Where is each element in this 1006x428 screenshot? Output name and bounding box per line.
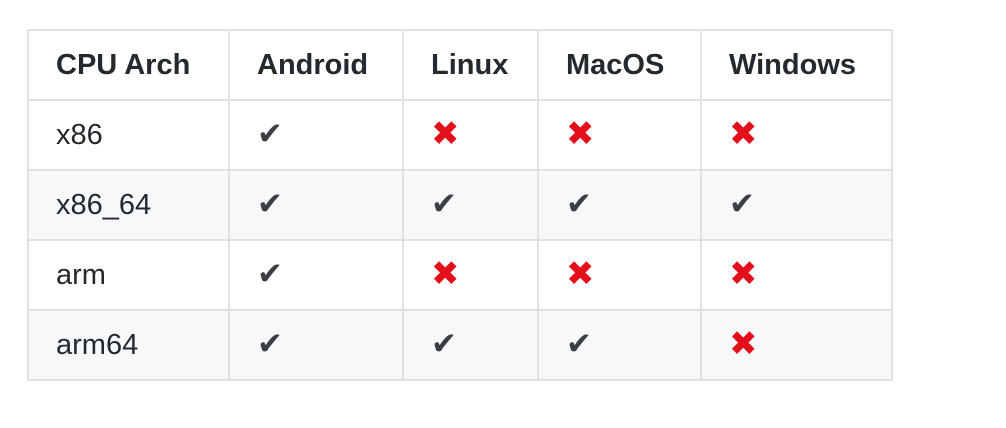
cell-linux: ✖ bbox=[402, 239, 539, 311]
check-icon: ✔ bbox=[257, 115, 283, 152]
cross-icon: ✖ bbox=[729, 114, 758, 154]
header-cpu-arch: CPU Arch bbox=[27, 29, 230, 101]
check-icon: ✔ bbox=[431, 325, 457, 362]
check-icon: ✔ bbox=[257, 325, 283, 362]
check-icon: ✔ bbox=[257, 185, 283, 222]
cell-macos: ✖ bbox=[537, 99, 702, 171]
header-macos: MacOS bbox=[537, 29, 702, 101]
cell-windows: ✖ bbox=[700, 309, 893, 381]
table-body: x86 ✔ ✖ ✖ ✖ x86_64 ✔ ✔ ✔ ✔ arm ✔ ✖ ✖ ✖ arm64 ✔ ✔ ✔ ✖ bbox=[27, 99, 893, 381]
cell-macos: ✖ bbox=[537, 239, 702, 311]
cell-cpu-arch: x86 bbox=[27, 99, 230, 171]
cross-icon: ✖ bbox=[729, 254, 758, 294]
cell-android: ✔ bbox=[228, 99, 404, 171]
cell-android: ✔ bbox=[228, 169, 404, 241]
cross-icon: ✖ bbox=[431, 254, 460, 294]
check-icon: ✔ bbox=[431, 185, 457, 222]
check-icon: ✔ bbox=[257, 255, 283, 292]
cell-linux: ✔ bbox=[402, 309, 539, 381]
compatibility-table-container: CPU Arch Android Linux MacOS Windows x86… bbox=[27, 29, 893, 381]
cpu-arch-support-table: CPU Arch Android Linux MacOS Windows x86… bbox=[27, 29, 893, 381]
cell-cpu-arch: arm64 bbox=[27, 309, 230, 381]
cross-icon: ✖ bbox=[431, 114, 460, 154]
check-icon: ✔ bbox=[729, 185, 755, 222]
cell-macos: ✔ bbox=[537, 169, 702, 241]
check-icon: ✔ bbox=[566, 185, 592, 222]
cell-windows: ✖ bbox=[700, 239, 893, 311]
cell-android: ✔ bbox=[228, 309, 404, 381]
cell-linux: ✖ bbox=[402, 99, 539, 171]
table-row: arm ✔ ✖ ✖ ✖ bbox=[27, 239, 893, 311]
table-row: arm64 ✔ ✔ ✔ ✖ bbox=[27, 309, 893, 381]
table-header-row: CPU Arch Android Linux MacOS Windows bbox=[27, 29, 893, 101]
cell-cpu-arch: arm bbox=[27, 239, 230, 311]
cell-macos: ✔ bbox=[537, 309, 702, 381]
header-linux: Linux bbox=[402, 29, 539, 101]
cross-icon: ✖ bbox=[729, 324, 758, 364]
cell-cpu-arch: x86_64 bbox=[27, 169, 230, 241]
cell-windows: ✔ bbox=[700, 169, 893, 241]
cell-android: ✔ bbox=[228, 239, 404, 311]
header-android: Android bbox=[228, 29, 404, 101]
cell-windows: ✖ bbox=[700, 99, 893, 171]
table-row: x86 ✔ ✖ ✖ ✖ bbox=[27, 99, 893, 171]
cell-linux: ✔ bbox=[402, 169, 539, 241]
check-icon: ✔ bbox=[566, 325, 592, 362]
cross-icon: ✖ bbox=[566, 114, 595, 154]
table-row: x86_64 ✔ ✔ ✔ ✔ bbox=[27, 169, 893, 241]
header-windows: Windows bbox=[700, 29, 893, 101]
cross-icon: ✖ bbox=[566, 254, 595, 294]
